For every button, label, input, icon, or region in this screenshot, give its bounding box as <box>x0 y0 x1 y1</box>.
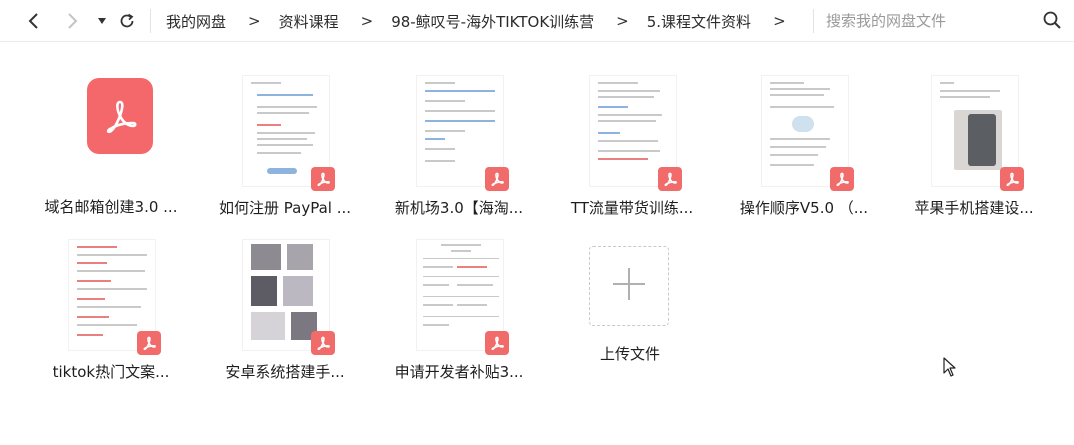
file-name: tiktok热门文案... <box>52 363 170 381</box>
chevron-left-icon <box>27 13 41 29</box>
pdf-badge-icon <box>485 331 509 355</box>
forward-button[interactable] <box>60 9 84 33</box>
pdf-badge-icon <box>137 331 161 355</box>
file-thumbnail <box>235 76 335 191</box>
breadcrumb-separator[interactable]: > <box>773 12 786 30</box>
breadcrumb: 我的网盘 > 资料课程 > 98-鲸叹号-海外TIKTOK训练营 > 5.课程文… <box>166 0 804 42</box>
file-tile[interactable]: 新机场3.0【海淘... <box>384 66 534 236</box>
upload-label: 上传文件 <box>599 345 660 363</box>
pdf-badge-icon <box>830 167 854 191</box>
toolbar-divider <box>813 9 814 33</box>
breadcrumb-item-camp[interactable]: 98-鲸叹号-海外TIKTOK训练营 <box>391 11 594 32</box>
file-name: 如何注册 PayPal ... <box>218 199 351 217</box>
breadcrumb-separator: > <box>360 12 374 30</box>
file-tile[interactable]: tiktok热门文案... <box>36 230 186 400</box>
pdf-badge-icon <box>311 331 335 355</box>
pdf-badge-icon <box>1000 167 1024 191</box>
caret-down-icon <box>97 17 107 25</box>
file-tile[interactable]: 申请开发者补贴3... <box>384 230 534 400</box>
file-grid: 域名邮箱创建3.0 ... 如何注册 PayPal ... 新机场3.0【海淘.… <box>0 44 1074 445</box>
search-input[interactable] <box>826 6 1026 36</box>
breadcrumb-separator: > <box>248 12 261 30</box>
search-button[interactable] <box>1042 10 1064 32</box>
file-name: TT流量带货训练... <box>570 199 694 217</box>
file-name: 操作顺序V5.0 （... <box>739 199 869 217</box>
file-thumbnail <box>754 76 854 191</box>
mouse-cursor-icon <box>943 357 957 377</box>
history-dropdown-button[interactable] <box>90 9 114 33</box>
file-name: 新机场3.0【海淘... <box>394 199 524 217</box>
file-thumbnail <box>924 76 1024 191</box>
file-name: 安卓系统搭建手... <box>225 363 345 381</box>
upload-box[interactable] <box>589 246 669 326</box>
pdf-badge-icon <box>658 167 682 191</box>
file-tile[interactable]: TT流量带货训练... <box>557 66 707 236</box>
file-tile[interactable]: 苹果手机搭建设... <box>899 66 1049 236</box>
search-icon <box>1042 11 1062 34</box>
toolbar: 我的网盘 > 资料课程 > 98-鲸叹号-海外TIKTOK训练营 > 5.课程文… <box>0 0 1074 42</box>
refresh-icon <box>118 12 136 30</box>
upload-tile[interactable]: 上传文件 <box>545 230 695 400</box>
file-tile[interactable]: 操作顺序V5.0 （... <box>729 66 879 236</box>
plus-icon <box>611 266 647 306</box>
file-tile[interactable]: 如何注册 PayPal ... <box>210 66 360 236</box>
breadcrumb-item-current[interactable]: 5.课程文件资料 <box>647 11 751 32</box>
toolbar-divider <box>150 9 151 33</box>
file-thumbnail <box>409 240 509 355</box>
breadcrumb-item-root[interactable]: 我的网盘 <box>166 11 226 32</box>
refresh-button[interactable] <box>115 9 139 33</box>
breadcrumb-separator: > <box>616 12 629 30</box>
pdf-badge-icon <box>485 167 509 191</box>
file-name: 申请开发者补贴3... <box>394 363 524 381</box>
file-name: 域名邮箱创建3.0 ... <box>44 198 178 216</box>
file-thumbnail <box>235 240 335 355</box>
file-thumbnail <box>582 76 682 191</box>
back-button[interactable] <box>22 9 46 33</box>
file-thumbnail <box>68 78 168 193</box>
file-tile[interactable]: 域名邮箱创建3.0 ... <box>36 66 186 236</box>
pdf-badge-icon <box>311 167 335 191</box>
breadcrumb-item-courses[interactable]: 资料课程 <box>279 11 339 32</box>
file-tile[interactable]: 安卓系统搭建手... <box>210 230 360 400</box>
file-name: 苹果手机搭建设... <box>914 199 1034 217</box>
file-thumbnail <box>61 240 161 355</box>
chevron-right-icon <box>65 13 79 29</box>
pdf-file-icon <box>87 78 153 154</box>
file-thumbnail <box>409 76 509 191</box>
